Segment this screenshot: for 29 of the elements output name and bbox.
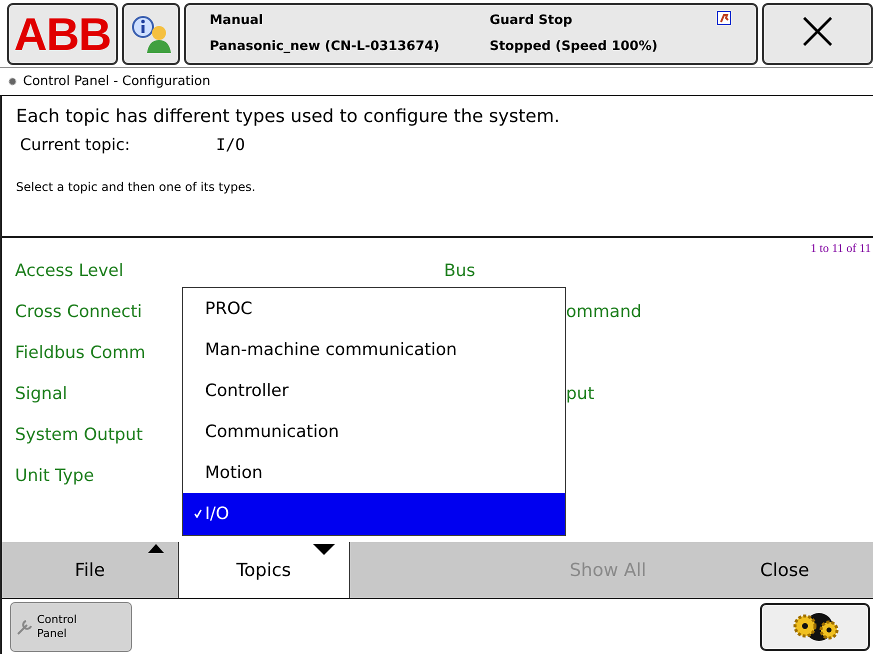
- topic-option[interactable]: I/O: [183, 493, 565, 535]
- type-item[interactable]: put: [566, 384, 594, 404]
- info-button[interactable]: [122, 3, 180, 65]
- operating-mode: Manual: [210, 12, 264, 30]
- check-icon: [194, 509, 202, 518]
- status-panel[interactable]: Manual Panasonic_new (CN-L-0313674) Guard Stop Stopped (Speed 100%): [184, 3, 758, 65]
- topic-option[interactable]: Controller: [183, 370, 565, 411]
- down-triangle-icon: [312, 544, 335, 555]
- menu-bar-button[interactable]: Topics: [178, 542, 350, 598]
- control-panel-task-button[interactable]: Control Panel: [10, 602, 132, 652]
- type-item[interactable]: ommand: [566, 302, 642, 322]
- up-triangle-icon: [148, 544, 164, 553]
- robot-status-icon: [717, 11, 732, 25]
- system-name: Panasonic_new (CN-L-0313674): [210, 38, 440, 56]
- current-topic-label: Current topic:: [20, 135, 132, 154]
- topic-option[interactable]: Motion: [183, 452, 565, 493]
- topic-option[interactable]: Man-machine communication: [183, 329, 565, 370]
- description-text: Each topic has different types used to configure the system.: [16, 106, 561, 127]
- controller-state: Guard Stop: [490, 12, 574, 30]
- topic-option[interactable]: Communication: [183, 411, 565, 452]
- gear-icon: [8, 77, 17, 86]
- current-topic-value: I/O: [216, 135, 245, 154]
- abb-logo-button[interactable]: ABB: [7, 3, 118, 65]
- instruction-text: Select a topic and then one of its types.: [16, 180, 256, 194]
- close-button[interactable]: ×: [762, 3, 873, 65]
- item-count: 1 to 11 of 11: [810, 241, 871, 256]
- window-title: Control Panel - Configuration: [23, 74, 210, 89]
- quickset-button[interactable]: [760, 602, 870, 650]
- program-state: Stopped (Speed 100%): [490, 38, 659, 56]
